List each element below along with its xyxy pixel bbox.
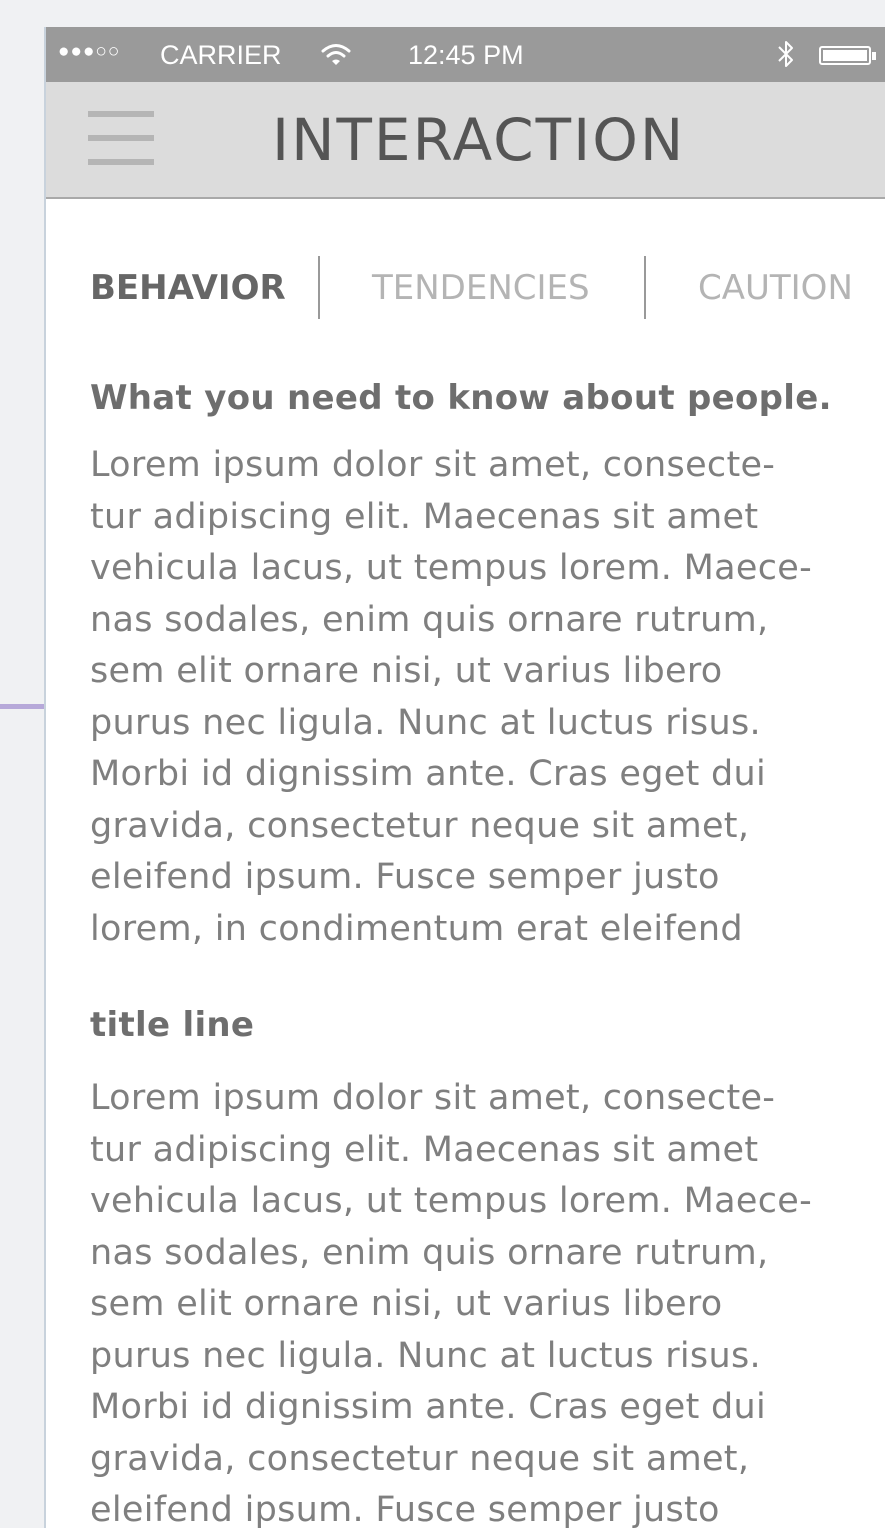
content-section: title line Lorem ipsum dolor sit amet, c… xyxy=(90,999,880,1528)
body-line: eleifend ipsum. Fusce semper justo xyxy=(90,1490,720,1528)
body-line: sem elit ornare nisi, ut varius libero xyxy=(90,1284,723,1324)
body-line: purus nec ligula. Nunc at luctus risus. xyxy=(90,1335,761,1376)
tab-bar: BEHAVIOR TENDENCIES CAUTION xyxy=(46,256,885,319)
body-line: nas sodales, enim quis ornare rutrum, xyxy=(90,599,769,640)
body-line: vehicula lacus, ut tempus lorem. Maece- xyxy=(90,1181,813,1221)
signal-strength-icon: ●●●○○ xyxy=(58,41,121,62)
status-time: 12:45 PM xyxy=(408,40,524,70)
carrier-label: CARRIER xyxy=(160,40,282,70)
navigation-bar: INTERACTION xyxy=(46,82,885,199)
body-line: tur adipiscing elit. Maecenas sit amet xyxy=(90,496,759,537)
section-body: Lorem ipsum dolor sit amet, consecte- tu… xyxy=(90,440,880,955)
body-line: gravida, consectetur neque sit amet, xyxy=(90,1438,750,1479)
body-line: eleifend ipsum. Fusce semper justo xyxy=(90,857,720,897)
body-line: Lorem ipsum dolor sit amet, consecte- xyxy=(90,1078,776,1118)
tab-tendencies[interactable]: TENDENCIES xyxy=(372,268,590,308)
body-line: vehicula lacus, ut tempus lorem. Maece- xyxy=(90,548,813,588)
body-line: purus nec ligula. Nunc at luctus risus. xyxy=(90,702,761,743)
body-line: tur adipiscing elit. Maecenas sit amet xyxy=(90,1129,759,1170)
status-bar: ●●●○○ CARRIER 12:45 PM xyxy=(46,27,885,82)
wifi-icon xyxy=(321,43,351,74)
body-line: gravida, consectetur neque sit amet, xyxy=(90,805,750,846)
body-line: Lorem ipsum dolor sit amet, consecte- xyxy=(90,445,776,485)
body-line: nas sodales, enim quis ornare rutrum, xyxy=(90,1232,769,1273)
tab-caution[interactable]: CAUTION xyxy=(698,268,853,308)
body-line: lorem, in condimentum erat eleifend xyxy=(90,908,743,949)
bluetooth-icon xyxy=(776,39,796,77)
tab-divider xyxy=(644,256,646,319)
content-area: What you need to know about people. Lore… xyxy=(90,372,880,1528)
page-title: INTERACTION xyxy=(272,106,686,174)
section-heading: What you need to know about people. xyxy=(90,378,832,418)
body-line: Morbi id dignissim ante. Cras eget dui xyxy=(90,754,767,794)
battery-icon xyxy=(819,46,871,65)
hamburger-menu-icon[interactable] xyxy=(88,111,154,171)
section-body: Lorem ipsum dolor sit amet, consecte- tu… xyxy=(90,1073,880,1528)
battery-tip xyxy=(872,52,876,60)
section-heading: title line xyxy=(90,1005,255,1045)
tab-behavior[interactable]: BEHAVIOR xyxy=(90,268,286,308)
battery-level-fill xyxy=(823,50,867,61)
body-line: sem elit ornare nisi, ut varius libero xyxy=(90,651,723,691)
background-accent-line xyxy=(0,704,46,709)
tab-divider xyxy=(318,256,320,319)
content-section: What you need to know about people. Lore… xyxy=(90,372,880,955)
phone-screen: ●●●○○ CARRIER 12:45 PM INTERACTION BEHAV… xyxy=(44,27,885,1528)
body-line: Morbi id dignissim ante. Cras eget dui xyxy=(90,1387,767,1427)
